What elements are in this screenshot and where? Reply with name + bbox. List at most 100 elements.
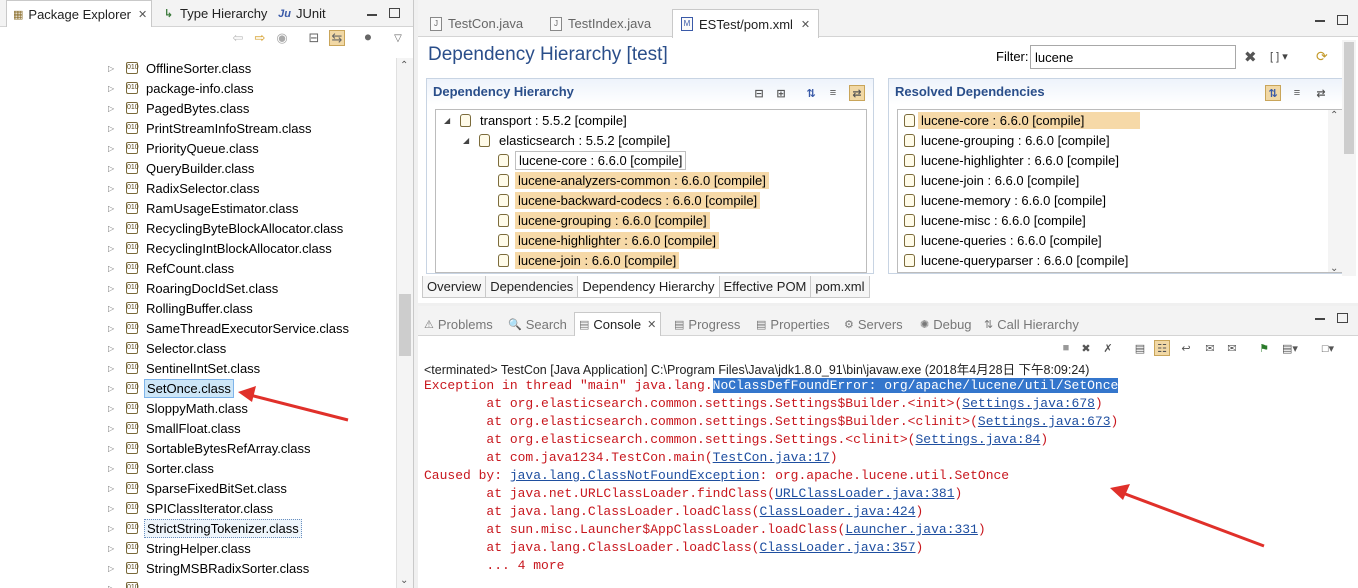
resolved-dependency[interactable]: lucene-grouping : 6.6.0 [compile] xyxy=(904,130,1326,150)
expand-arrow-icon[interactable]: ▷ xyxy=(108,224,118,233)
forward-icon[interactable]: ⇨ xyxy=(252,30,268,46)
expand-arrow-icon[interactable]: ▷ xyxy=(108,264,118,273)
editor-scrollbar[interactable] xyxy=(1342,40,1356,276)
filter-tree-icon[interactable]: ⇄ xyxy=(1313,85,1329,101)
pom-tab[interactable]: Effective POM xyxy=(718,276,812,298)
stack-trace-link[interactable]: Launcher.java:331 xyxy=(845,522,978,537)
console-tab-properties[interactable]: ▤ Properties xyxy=(752,312,834,336)
expand-arrow-icon[interactable]: ▷ xyxy=(108,164,118,173)
console-tab-servers[interactable]: ⚙ Servers xyxy=(840,312,907,336)
stack-trace-link[interactable]: URLClassLoader.java:381 xyxy=(775,486,954,501)
console-tab-problems[interactable]: ⚠ Problems xyxy=(420,312,497,336)
expand-arrow-icon[interactable]: ▷ xyxy=(108,284,118,293)
expand-arrow-icon[interactable]: ▷ xyxy=(108,304,118,313)
link-with-editor-icon[interactable]: ⇆ xyxy=(329,30,345,46)
tree-item-class[interactable]: ▷ 010 SmallFloat.class xyxy=(0,418,396,438)
close-icon[interactable]: ✕ xyxy=(801,18,810,31)
pom-tab[interactable]: pom.xml xyxy=(810,276,870,298)
resolved-dependency[interactable]: lucene-join : 6.6.0 [compile] xyxy=(904,170,1326,190)
open-console-icon[interactable]: □▾ xyxy=(1320,340,1336,356)
tree-item-class[interactable]: ▷ 010 SentinelIntSet.class xyxy=(0,358,396,378)
console-tab-progress[interactable]: ▤ Progress xyxy=(670,312,744,336)
up-icon[interactable]: ◉ xyxy=(274,30,290,46)
tree-item-class[interactable]: ▷ 010 RollingBuffer.class xyxy=(0,298,396,318)
focus-icon[interactable]: ⚫ xyxy=(360,30,376,46)
tree-item-class[interactable]: ▷ 010 Selector.class xyxy=(0,338,396,358)
resolved-dependency[interactable]: lucene-memory : 6.6.0 [compile] xyxy=(904,190,1326,210)
maximize-icon[interactable] xyxy=(1337,15,1348,25)
stack-trace-link[interactable]: java.lang.ClassNotFoundException xyxy=(510,468,760,483)
pin-console-icon[interactable]: ⚑ xyxy=(1256,340,1272,356)
vertical-scrollbar[interactable]: ⌃ ⌄ xyxy=(396,58,413,588)
tree-item-class[interactable]: ▷ 010 PrintStreamInfoStream.class xyxy=(0,118,396,138)
expand-arrow-icon[interactable]: ▷ xyxy=(108,144,118,153)
word-wrap-icon[interactable]: ↩ xyxy=(1178,340,1194,356)
expand-arrow-icon[interactable]: ◢ xyxy=(444,116,454,125)
tree-item-class[interactable]: ▷ 010 StringMSBRadixSorter.class xyxy=(0,558,396,578)
tree-node-root[interactable]: ◢ transport : 5.5.2 [compile] xyxy=(436,110,866,130)
tree-item-class[interactable]: ▷ 010 SortableBytesRefArray.class xyxy=(0,438,396,458)
tab-type-hierarchy[interactable]: ↳ Type Hierarchy xyxy=(156,0,273,27)
stack-trace-link[interactable]: Settings.java:678 xyxy=(962,396,1095,411)
tree-item-class[interactable]: ▷ 010 Sorter.class xyxy=(0,458,396,478)
tree-item-class[interactable]: ▷ 010 RoaringDocIdSet.class xyxy=(0,278,396,298)
show-on-stderr-icon[interactable]: ✉ xyxy=(1224,340,1240,356)
tree-item-class[interactable]: ▷ 010 StrictStringTokenizer.class xyxy=(0,518,396,538)
filter-tree-icon[interactable]: ⇄ xyxy=(849,85,865,101)
tree-item-class[interactable]: ▷ 010 StringHelper.class xyxy=(0,538,396,558)
tree-node-elasticsearch[interactable]: ◢ elasticsearch : 5.5.2 [compile] xyxy=(436,130,866,150)
minimize-icon[interactable] xyxy=(1315,20,1325,22)
filter-options-icon[interactable]: [ ] ▾ xyxy=(1270,50,1288,63)
tree-item-class[interactable]: ▷ 010 RamUsageEstimator.class xyxy=(0,198,396,218)
tab-junit[interactable]: Ju JUnit xyxy=(272,0,332,27)
dependency-node[interactable]: lucene-join : 6.6.0 [compile] xyxy=(436,250,866,270)
tree-item-class[interactable]: ▷ 010 package-info.class xyxy=(0,78,396,98)
pom-tab[interactable]: Dependencies xyxy=(485,276,579,298)
stack-trace-link[interactable]: ClassLoader.java:357 xyxy=(759,540,915,555)
dependency-node[interactable]: lucene-backward-codecs : 6.6.0 [compile] xyxy=(436,190,866,210)
dependency-node[interactable]: lucene-grouping : 6.6.0 [compile] xyxy=(436,210,866,230)
scroll-down-icon[interactable]: ⌄ xyxy=(1330,263,1338,272)
remove-launch-icon[interactable]: ✖ xyxy=(1078,340,1094,356)
refresh-icon[interactable]: ⟳ xyxy=(1316,48,1328,65)
tree-item-class[interactable]: ▷ 010 QueryBuilder.class xyxy=(0,158,396,178)
scroll-up-icon[interactable]: ⌃ xyxy=(1330,110,1338,121)
expand-arrow-icon[interactable]: ▷ xyxy=(108,484,118,493)
expand-arrow-icon[interactable]: ▷ xyxy=(108,464,118,473)
resolved-dependency[interactable]: lucene-misc : 6.6.0 [compile] xyxy=(904,210,1326,230)
show-groupid-icon[interactable]: ≡ xyxy=(1289,85,1305,101)
scroll-thumb[interactable] xyxy=(1344,42,1354,154)
tree-item-partial[interactable]: ▷ 010 xyxy=(0,578,396,588)
console-tab-debug[interactable]: ✺ Debug xyxy=(916,312,976,336)
back-icon[interactable]: ⇦ xyxy=(230,30,246,46)
tree-item-class[interactable]: ▷ 010 SetOnce.class xyxy=(0,378,396,398)
editor-tab-testindex[interactable]: J TestIndex.java xyxy=(542,10,659,37)
remove-all-icon[interactable]: ✗ xyxy=(1100,340,1116,356)
stack-trace-link[interactable]: TestCon.java:17 xyxy=(713,450,830,465)
maximize-icon[interactable] xyxy=(389,8,400,18)
console-output[interactable]: Exception in thread "main" java.lang.NoC… xyxy=(424,377,1119,575)
minimize-icon[interactable] xyxy=(1315,318,1325,320)
pom-tab[interactable]: Overview xyxy=(422,276,487,298)
minimize-icon[interactable] xyxy=(367,14,377,16)
dependency-node[interactable]: lucene-analyzers-common : 6.6.0 [compile… xyxy=(436,170,866,190)
scroll-lock-icon[interactable]: ☷ xyxy=(1154,340,1170,356)
expand-arrow-icon[interactable]: ▷ xyxy=(108,104,118,113)
tree-item-class[interactable]: ▷ 010 RecyclingIntBlockAllocator.class xyxy=(0,238,396,258)
close-icon[interactable]: ✕ xyxy=(647,318,656,331)
tree-item-class[interactable]: ▷ 010 PriorityQueue.class xyxy=(0,138,396,158)
sort-icon[interactable]: ⇅ xyxy=(1265,85,1281,101)
show-groupid-icon[interactable]: ≡ xyxy=(825,85,841,101)
expand-arrow-icon[interactable]: ◢ xyxy=(463,136,473,145)
view-menu-icon[interactable]: ▽ xyxy=(390,30,406,46)
expand-arrow-icon[interactable]: ▷ xyxy=(108,504,118,513)
expand-arrow-icon[interactable]: ▷ xyxy=(108,204,118,213)
expand-arrow-icon[interactable]: ▷ xyxy=(108,524,118,533)
expand-arrow-icon[interactable]: ▷ xyxy=(108,364,118,373)
filter-input[interactable] xyxy=(1030,45,1236,69)
tree-item-class[interactable]: ▷ 010 SPIClassIterator.class xyxy=(0,498,396,518)
tree-item-class[interactable]: ▷ 010 RadixSelector.class xyxy=(0,178,396,198)
sort-icon[interactable]: ⇅ xyxy=(803,85,819,101)
expand-arrow-icon[interactable]: ▷ xyxy=(108,584,118,588)
expand-arrow-icon[interactable]: ▷ xyxy=(108,444,118,453)
